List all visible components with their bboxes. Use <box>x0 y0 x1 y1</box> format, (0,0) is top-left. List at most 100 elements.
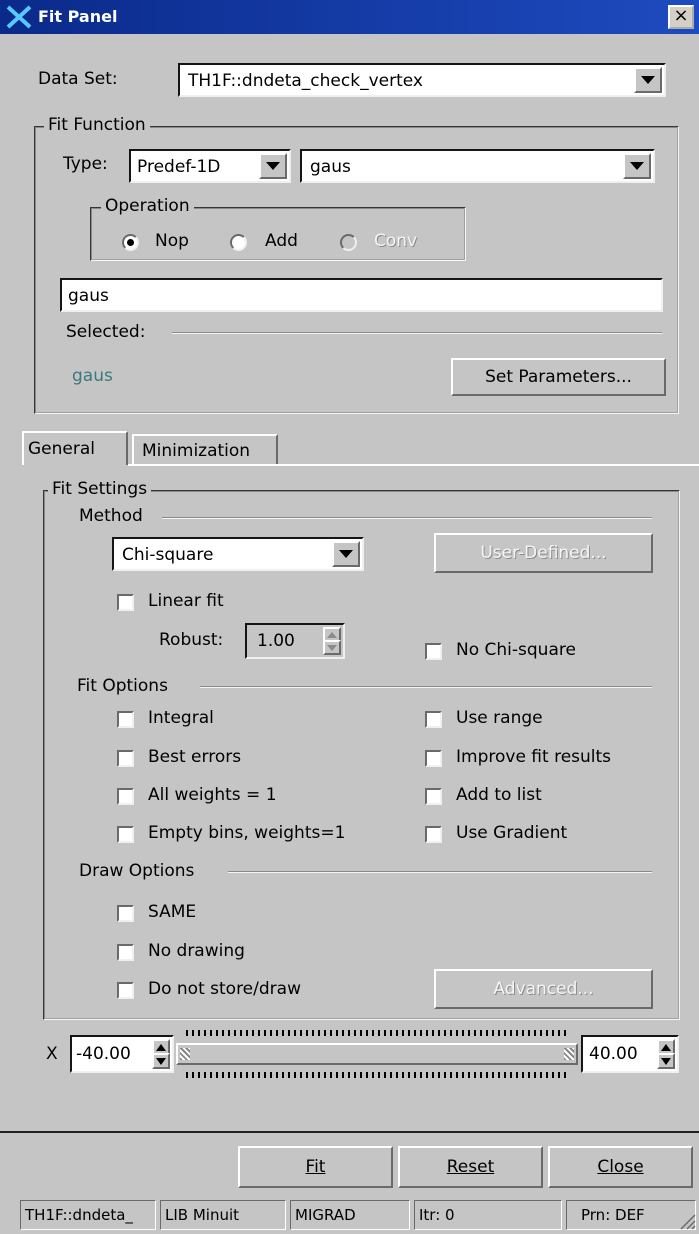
fit-options-separator <box>200 686 652 688</box>
chevron-down-icon[interactable] <box>332 541 360 567</box>
linear-fit-label: Linear fit <box>148 591 224 611</box>
no-drawing-checkbox[interactable] <box>117 944 134 961</box>
linear-fit-checkbox[interactable] <box>117 594 134 611</box>
draw-options-separator <box>228 871 652 873</box>
advanced-label: Advanced... <box>493 979 594 999</box>
tab-minimization[interactable]: Minimization <box>132 434 278 464</box>
conv-label: Conv <box>374 231 418 251</box>
dataset-dropdown[interactable]: TH1F::dndeta_check_vertex <box>178 63 666 97</box>
selected-separator <box>172 332 662 334</box>
arrow-down-icon <box>661 1058 671 1065</box>
arrow-up-icon <box>327 632 337 638</box>
user-defined-button[interactable]: User-Defined... <box>434 533 653 573</box>
range-max-stepper[interactable]: 40.00 <box>581 1035 679 1073</box>
slider-track[interactable] <box>176 1043 578 1065</box>
arrow-down-icon <box>327 645 337 651</box>
use-gradient-checkbox[interactable] <box>425 826 442 843</box>
integral-checkbox[interactable] <box>117 711 134 728</box>
improve-fit-label: Improve fit results <box>456 747 612 767</box>
fit-function-group-label: Fit Function <box>44 115 150 135</box>
nop-label: Nop <box>155 231 189 251</box>
tab-strip-line <box>128 464 699 466</box>
fit-button[interactable]: Fit <box>238 1146 393 1188</box>
status-dataset-text: TH1F::dndeta_ <box>25 1206 133 1224</box>
formula-input[interactable]: gaus <box>60 278 663 312</box>
improve-fit-checkbox[interactable] <box>425 750 442 767</box>
formula-value: gaus <box>68 286 109 306</box>
do-not-store-checkbox[interactable] <box>117 982 134 999</box>
selected-label: Selected: <box>66 322 146 342</box>
arrow-down-icon <box>156 1058 166 1065</box>
use-gradient-label: Use Gradient <box>456 823 568 843</box>
user-defined-label: User-Defined... <box>480 543 607 563</box>
slider-left-grip[interactable] <box>180 1048 190 1060</box>
robust-stepper[interactable]: 1.00 <box>245 623 345 659</box>
conv-radio[interactable] <box>340 234 357 251</box>
fit-button-label: Fit <box>305 1157 326 1177</box>
no-chisquare-checkbox[interactable] <box>425 643 442 660</box>
status-library: LIB Minuit <box>160 1200 286 1230</box>
type-dropdown[interactable]: Predef-1D <box>129 149 291 183</box>
draw-options-label: Draw Options <box>79 861 195 881</box>
status-print-text: Prn: DEF <box>581 1206 645 1224</box>
advanced-button[interactable]: Advanced... <box>434 969 653 1009</box>
root-logo-icon <box>6 5 32 29</box>
range-min-value: -40.00 <box>76 1044 131 1064</box>
reset-button-label: Reset <box>446 1157 495 1177</box>
slider-right-grip[interactable] <box>564 1048 574 1060</box>
slider-ticks-top <box>186 1030 570 1036</box>
method-value: Chi-square <box>122 545 214 565</box>
close-button[interactable]: Close <box>548 1146 693 1188</box>
robust-label: Robust: <box>159 630 224 650</box>
function-dropdown[interactable]: gaus <box>300 149 655 183</box>
chevron-down-icon[interactable] <box>259 153 287 179</box>
close-window-button[interactable]: × <box>668 5 694 29</box>
best-errors-label: Best errors <box>148 747 242 767</box>
dataset-label: Data Set: <box>38 69 118 89</box>
range-max-down-button[interactable] <box>657 1053 675 1069</box>
add-radio[interactable] <box>230 234 247 251</box>
arrow-up-icon <box>156 1044 166 1051</box>
status-library-text: LIB Minuit <box>165 1206 240 1224</box>
fit-options-label: Fit Options <box>77 676 168 696</box>
reset-button[interactable]: Reset <box>398 1146 543 1188</box>
type-label: Type: <box>63 154 108 174</box>
empty-bins-label: Empty bins, weights=1 <box>148 823 346 843</box>
no-drawing-label: No drawing <box>148 941 245 961</box>
empty-bins-checkbox[interactable] <box>117 826 134 843</box>
use-range-label: Use range <box>456 708 543 728</box>
status-algorithm-text: MIGRAD <box>295 1206 356 1224</box>
status-dataset: TH1F::dndeta_ <box>20 1200 156 1230</box>
robust-value: 1.00 <box>257 631 295 651</box>
range-min-down-button[interactable] <box>152 1053 170 1069</box>
method-dropdown[interactable]: Chi-square <box>112 537 364 571</box>
do-not-store-label: Do not store/draw <box>148 979 301 999</box>
same-checkbox[interactable] <box>117 905 134 922</box>
resize-grip-icon[interactable] <box>678 1212 696 1230</box>
tab-general[interactable]: General <box>22 431 128 465</box>
robust-down-button[interactable] <box>323 640 341 655</box>
range-slider[interactable] <box>176 1030 578 1078</box>
title-bar[interactable]: Fit Panel × <box>0 0 699 34</box>
selected-function-value: gaus <box>72 366 113 386</box>
no-chisquare-label: No Chi-square <box>456 640 576 660</box>
best-errors-checkbox[interactable] <box>117 750 134 767</box>
dataset-value: TH1F::dndeta_check_vertex <box>188 71 423 91</box>
window-title: Fit Panel <box>38 7 118 26</box>
method-separator <box>162 517 652 519</box>
range-min-stepper[interactable]: -40.00 <box>70 1035 174 1073</box>
status-print: Prn: DEF <box>566 1200 696 1230</box>
range-max-value: 40.00 <box>589 1044 638 1064</box>
operation-group-label: Operation <box>101 196 194 216</box>
status-iterations: Itr: 0 <box>414 1200 562 1230</box>
use-range-checkbox[interactable] <box>425 711 442 728</box>
add-to-list-checkbox[interactable] <box>425 788 442 805</box>
all-weights-checkbox[interactable] <box>117 788 134 805</box>
same-label: SAME <box>148 902 197 922</box>
all-weights-label: All weights = 1 <box>148 785 277 805</box>
nop-radio[interactable] <box>122 234 139 251</box>
chevron-down-icon[interactable] <box>623 153 651 179</box>
set-parameters-button[interactable]: Set Parameters... <box>451 358 666 396</box>
arrow-up-icon <box>661 1044 671 1051</box>
chevron-down-icon[interactable] <box>634 67 662 93</box>
